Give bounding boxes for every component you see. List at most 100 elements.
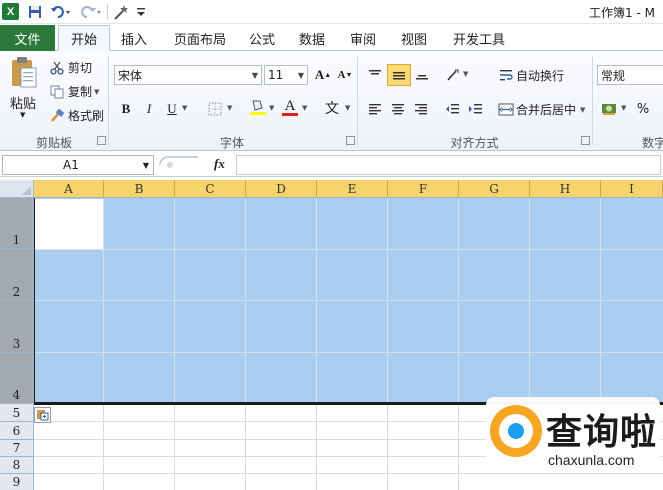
align-bottom-icon[interactable] <box>412 65 432 85</box>
copy-button[interactable]: 复制 ▼ <box>48 83 99 100</box>
shrink-font-icon[interactable]: A ▼ <box>335 65 355 85</box>
font-name-select[interactable]: 宋体 ▼ <box>114 65 262 85</box>
phonetic-dropdown-icon[interactable]: ▼ <box>345 104 350 112</box>
gridline <box>529 198 530 404</box>
paste-button[interactable]: 粘贴 <box>10 93 36 112</box>
paste-dropdown-icon[interactable]: ▼ <box>20 111 25 119</box>
save-icon[interactable] <box>26 3 44 21</box>
gridline <box>245 404 246 490</box>
font-launcher-icon[interactable] <box>346 136 355 145</box>
borders-icon[interactable] <box>205 99 225 119</box>
merge-dropdown-icon[interactable]: ▼ <box>580 106 585 114</box>
percent-style-button[interactable]: % <box>633 99 653 119</box>
insert-function-icon[interactable]: fx <box>214 156 225 172</box>
underline-button[interactable]: U <box>162 99 182 119</box>
format-painter-label: 格式刷 <box>68 109 105 123</box>
formula-controls: fx <box>158 155 234 175</box>
font-name-value: 宋体 <box>118 68 143 83</box>
tab-data[interactable]: 数据 <box>290 25 334 51</box>
format-painter-button[interactable]: 格式刷 <box>48 107 104 124</box>
copy-dropdown-icon[interactable]: ▼ <box>94 88 99 96</box>
active-cell-a1[interactable] <box>35 199 103 249</box>
tab-page-layout[interactable]: 页面布局 <box>164 25 236 51</box>
font-size-select[interactable]: 11 ▼ <box>264 65 308 85</box>
magic-wand-icon[interactable] <box>111 3 133 21</box>
row-header-2[interactable]: 2 <box>0 249 34 301</box>
gridline <box>103 198 104 404</box>
wrap-text-button[interactable]: 自动换行 <box>497 67 564 84</box>
italic-button[interactable]: I <box>139 99 159 119</box>
align-top-icon[interactable] <box>365 65 385 85</box>
align-left-icon[interactable] <box>365 99 385 119</box>
alignment-launcher-icon[interactable] <box>581 136 590 145</box>
merge-center-button[interactable]: 合并后居中 ▼ <box>497 101 585 118</box>
chevron-down-icon: ▼ <box>297 71 304 80</box>
column-header-c[interactable]: C <box>175 180 246 198</box>
column-header-d[interactable]: D <box>246 180 317 198</box>
format-painter-icon <box>48 108 66 123</box>
row-header-7[interactable]: 7 <box>0 440 34 457</box>
window-title: 工作簿1 - M <box>589 6 655 20</box>
font-color-button[interactable]: A <box>280 97 300 117</box>
excel-logo-icon[interactable]: X <box>2 3 19 20</box>
row-header-1[interactable]: 1 <box>0 198 34 249</box>
selected-range[interactable] <box>34 198 663 404</box>
column-header-h[interactable]: H <box>530 180 601 198</box>
align-right-icon[interactable] <box>411 99 431 119</box>
row-header-5[interactable]: 5 <box>0 404 34 422</box>
row-header-4[interactable]: 4 <box>0 353 34 404</box>
formula-input[interactable] <box>236 155 661 175</box>
tab-insert[interactable]: 插入 <box>112 25 156 51</box>
row-header-9[interactable]: 9 <box>0 474 34 490</box>
paste-icon[interactable] <box>6 55 42 91</box>
undo-icon[interactable] <box>48 3 74 21</box>
column-header-f[interactable]: F <box>388 180 459 198</box>
formula-bar: A1 ▼ fx <box>0 153 663 177</box>
tab-developer[interactable]: 开发工具 <box>446 25 512 51</box>
tab-view[interactable]: 视图 <box>392 25 436 51</box>
gridline <box>174 404 175 490</box>
fill-color-dropdown-icon[interactable]: ▼ <box>269 104 274 112</box>
font-color-dropdown-icon[interactable]: ▼ <box>302 104 307 112</box>
align-middle-icon[interactable] <box>387 64 411 86</box>
tab-home[interactable]: 开始 <box>58 25 110 52</box>
accounting-format-icon[interactable] <box>599 99 619 119</box>
grow-font-icon[interactable]: A ▲ <box>313 65 333 85</box>
row-header-8[interactable]: 8 <box>0 457 34 474</box>
underline-dropdown-icon[interactable]: ▼ <box>182 104 187 112</box>
bold-button[interactable]: B <box>116 99 136 119</box>
customize-toolbar-icon[interactable] <box>135 3 147 21</box>
font-color-swatch <box>282 112 298 116</box>
accounting-dropdown-icon[interactable]: ▼ <box>621 104 626 112</box>
fill-color-icon[interactable] <box>248 97 268 117</box>
column-header-e[interactable]: E <box>317 180 388 198</box>
row-header-6[interactable]: 6 <box>0 422 34 440</box>
column-header-i[interactable]: I <box>601 180 663 198</box>
increase-indent-icon[interactable] <box>466 99 486 119</box>
chevron-down-icon[interactable]: ▼ <box>143 161 149 170</box>
paste-options-icon[interactable] <box>34 407 51 423</box>
borders-dropdown-icon[interactable]: ▼ <box>227 104 232 112</box>
align-center-icon[interactable] <box>388 99 408 119</box>
column-header-b[interactable]: B <box>104 180 175 198</box>
column-header-a[interactable]: A <box>34 180 104 198</box>
decrease-indent-icon[interactable] <box>443 99 463 119</box>
orientation-dropdown-icon[interactable]: ▼ <box>463 70 468 78</box>
tab-file[interactable]: 文件 <box>0 25 55 51</box>
cut-label: 剪切 <box>68 61 93 75</box>
name-box[interactable]: A1 ▼ <box>2 155 154 175</box>
tab-review[interactable]: 审阅 <box>341 25 385 51</box>
redo-icon[interactable] <box>78 3 104 21</box>
cut-button[interactable]: 剪切 <box>48 59 92 76</box>
phonetic-guide-button[interactable]: 文 <box>322 98 342 118</box>
copy-label: 复制 <box>68 85 93 99</box>
number-format-select[interactable]: 常规 <box>597 65 663 85</box>
font-size-value: 11 <box>268 68 284 82</box>
select-all-corner[interactable] <box>0 180 34 198</box>
orientation-icon[interactable] <box>444 65 464 85</box>
tab-formulas[interactable]: 公式 <box>240 25 284 51</box>
column-header-g[interactable]: G <box>459 180 530 198</box>
font-color-letter: A <box>284 97 296 114</box>
clipboard-launcher-icon[interactable] <box>97 136 106 145</box>
row-header-3[interactable]: 3 <box>0 301 34 353</box>
